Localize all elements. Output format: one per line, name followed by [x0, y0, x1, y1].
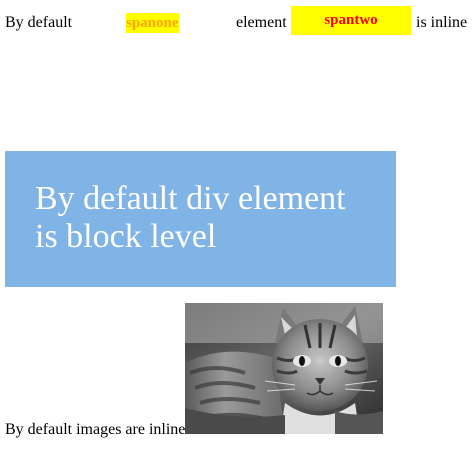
cat-photo-icon: [185, 303, 383, 434]
span-two: spantwo: [291, 6, 411, 35]
block-div-line-1: By default div element: [35, 180, 346, 217]
block-div: By default div element is block level: [5, 151, 396, 287]
span-one: spanone: [126, 13, 179, 33]
inline-text-after: is inline: [416, 14, 468, 31]
inline-text-middle: element: [236, 14, 287, 31]
block-div-line-2: is block level: [35, 218, 217, 255]
image-caption: By default images are inline: [5, 421, 186, 438]
inline-text-before: By default: [5, 14, 73, 31]
